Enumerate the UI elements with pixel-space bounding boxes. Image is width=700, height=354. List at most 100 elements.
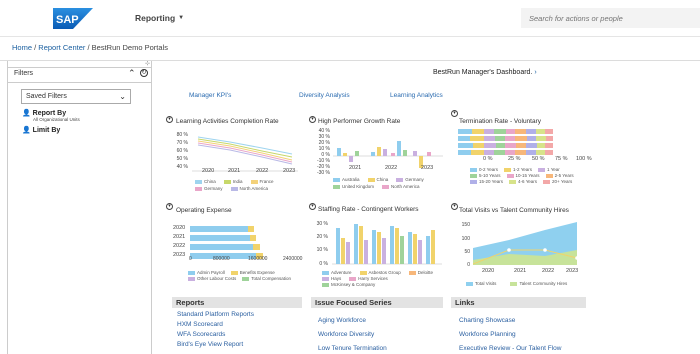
bar-segment xyxy=(484,136,495,141)
y-tick: 0 xyxy=(467,262,470,268)
bar xyxy=(400,236,404,264)
bar xyxy=(359,226,363,264)
pin-icon[interactable]: ⊹ xyxy=(145,60,150,67)
saved-filters-value: Saved Filters xyxy=(26,93,67,100)
bar-segment xyxy=(458,143,473,148)
dashboard-title[interactable]: BestRun Manager's Dashboard. › xyxy=(433,69,537,76)
legend-item: 4-6 Years xyxy=(509,179,537,184)
legend-item: India xyxy=(223,179,243,184)
links-link[interactable]: Workforce Planning xyxy=(459,331,516,338)
bar-segment xyxy=(505,136,515,141)
bar-segment xyxy=(484,129,494,134)
bar-segment xyxy=(472,129,484,134)
bar xyxy=(377,232,381,264)
nav-link-diversity[interactable]: Diversity Analysis xyxy=(299,92,350,99)
bar-segment xyxy=(250,235,256,241)
card-menu-icon[interactable]: ▾ xyxy=(451,110,458,117)
issue-section-header: Issue Focused Series xyxy=(311,297,443,308)
bar xyxy=(413,151,417,156)
card-menu-icon[interactable]: ▾ xyxy=(309,116,316,123)
bar xyxy=(413,234,417,264)
series-line xyxy=(197,140,293,161)
bar xyxy=(346,242,350,264)
y-tick: 2022 xyxy=(173,243,186,249)
legend-item: McKinsey & Company xyxy=(322,282,375,287)
point xyxy=(575,256,579,260)
breadcrumb-report-center[interactable]: Report Center xyxy=(38,43,85,52)
bar-segment xyxy=(496,143,505,148)
collapse-icon[interactable]: ⌃ xyxy=(128,68,136,79)
links-link[interactable]: Charting Showcase xyxy=(459,317,515,324)
reports-link[interactable]: Standard Platform Reports xyxy=(177,311,254,318)
links-link[interactable]: Executive Review - Our Talent Flow xyxy=(459,345,561,352)
bar-segment xyxy=(506,129,515,134)
nav-link-learning[interactable]: Learning Analytics xyxy=(390,92,443,99)
card-menu-icon[interactable]: ▾ xyxy=(166,203,173,210)
reporting-menu[interactable]: Reporting ▼ xyxy=(135,13,184,23)
bar-segment xyxy=(545,129,553,134)
legend-item: Admin Payroll xyxy=(188,270,225,275)
learning-line-chart xyxy=(192,136,298,172)
reports-link[interactable]: HXM Scorecard xyxy=(177,321,223,328)
reports-link[interactable]: WFA Scorecards xyxy=(177,331,225,338)
legend-item: North America xyxy=(230,186,268,191)
bar-row xyxy=(190,235,256,241)
staffing-legend: Adventure Asbestos Group Deloitte Hays H… xyxy=(322,270,447,287)
bar xyxy=(390,226,394,264)
x-tick: 800000 xyxy=(213,256,230,262)
saved-filters-select[interactable]: Saved Filters ⌄ xyxy=(21,89,131,104)
bar xyxy=(391,153,395,156)
y-tick: 40 % xyxy=(176,164,188,170)
search-input[interactable] xyxy=(521,8,700,28)
bar-segment xyxy=(536,129,545,134)
bar-row xyxy=(458,129,553,134)
legend-item: Harry Services xyxy=(349,276,388,281)
person-icon: 👤 xyxy=(22,127,31,134)
bar xyxy=(354,224,358,264)
report-by-filter[interactable]: 👤 Report By xyxy=(22,109,66,117)
bar xyxy=(355,151,359,156)
y-tick: 30 % xyxy=(316,221,328,227)
reports-link[interactable]: Bird's Eye View Report xyxy=(177,341,243,348)
bar-row xyxy=(458,150,553,155)
person-icon: 👤 xyxy=(22,110,31,117)
card-menu-icon[interactable]: ▾ xyxy=(309,203,316,210)
x-tick: 2021 xyxy=(349,165,362,171)
termination-chart-title: Termination Rate - Voluntary xyxy=(459,118,542,125)
bar-segment xyxy=(495,136,505,141)
x-tick: 2021 xyxy=(228,168,241,174)
issue-link[interactable]: Low Tenure Termination xyxy=(318,345,387,352)
issue-link[interactable]: Workforce Diversity xyxy=(318,331,374,338)
x-tick: 2023 xyxy=(566,268,579,274)
high-performer-legend: Australia China Germany United Kingdom N… xyxy=(333,177,433,189)
filters-title: Filters xyxy=(14,70,34,77)
x-tick: 2020 xyxy=(482,268,495,274)
nav-link-manager-kpis[interactable]: Manager KPI's xyxy=(189,92,231,99)
series-line xyxy=(197,142,293,163)
bar-segment xyxy=(190,226,248,232)
bar xyxy=(364,240,368,264)
limit-by-filter[interactable]: 👤 Limit By xyxy=(22,126,60,134)
bar-row xyxy=(458,136,553,141)
opex-legend: Admin Payroll Benefits Expense Other Lab… xyxy=(188,270,293,281)
card-menu-icon[interactable]: ▾ xyxy=(451,203,458,210)
bar-row xyxy=(190,226,254,232)
y-tick: 70 % xyxy=(176,140,188,146)
point xyxy=(543,248,547,252)
sap-logo[interactable]: SAP xyxy=(53,8,93,29)
point xyxy=(507,248,511,252)
legend-item: Other Labour Costs xyxy=(188,276,236,281)
y-tick: 100 xyxy=(461,236,470,242)
legend-item: 2-5 Years xyxy=(545,173,574,178)
bar-segment xyxy=(546,136,553,141)
refresh-icon[interactable]: ↻ xyxy=(140,69,148,77)
issue-link[interactable]: Aging Workforce xyxy=(318,317,366,324)
legend-item: United Kingdom xyxy=(333,184,374,189)
chevron-down-icon: ⌄ xyxy=(119,92,126,101)
bar-segment xyxy=(458,129,472,134)
bar-segment xyxy=(253,244,260,250)
breadcrumb-home[interactable]: Home xyxy=(12,43,32,52)
bar-segment xyxy=(190,244,253,250)
report-by-value: All Organizational Units xyxy=(33,117,80,122)
card-menu-icon[interactable]: ▾ xyxy=(166,116,173,123)
